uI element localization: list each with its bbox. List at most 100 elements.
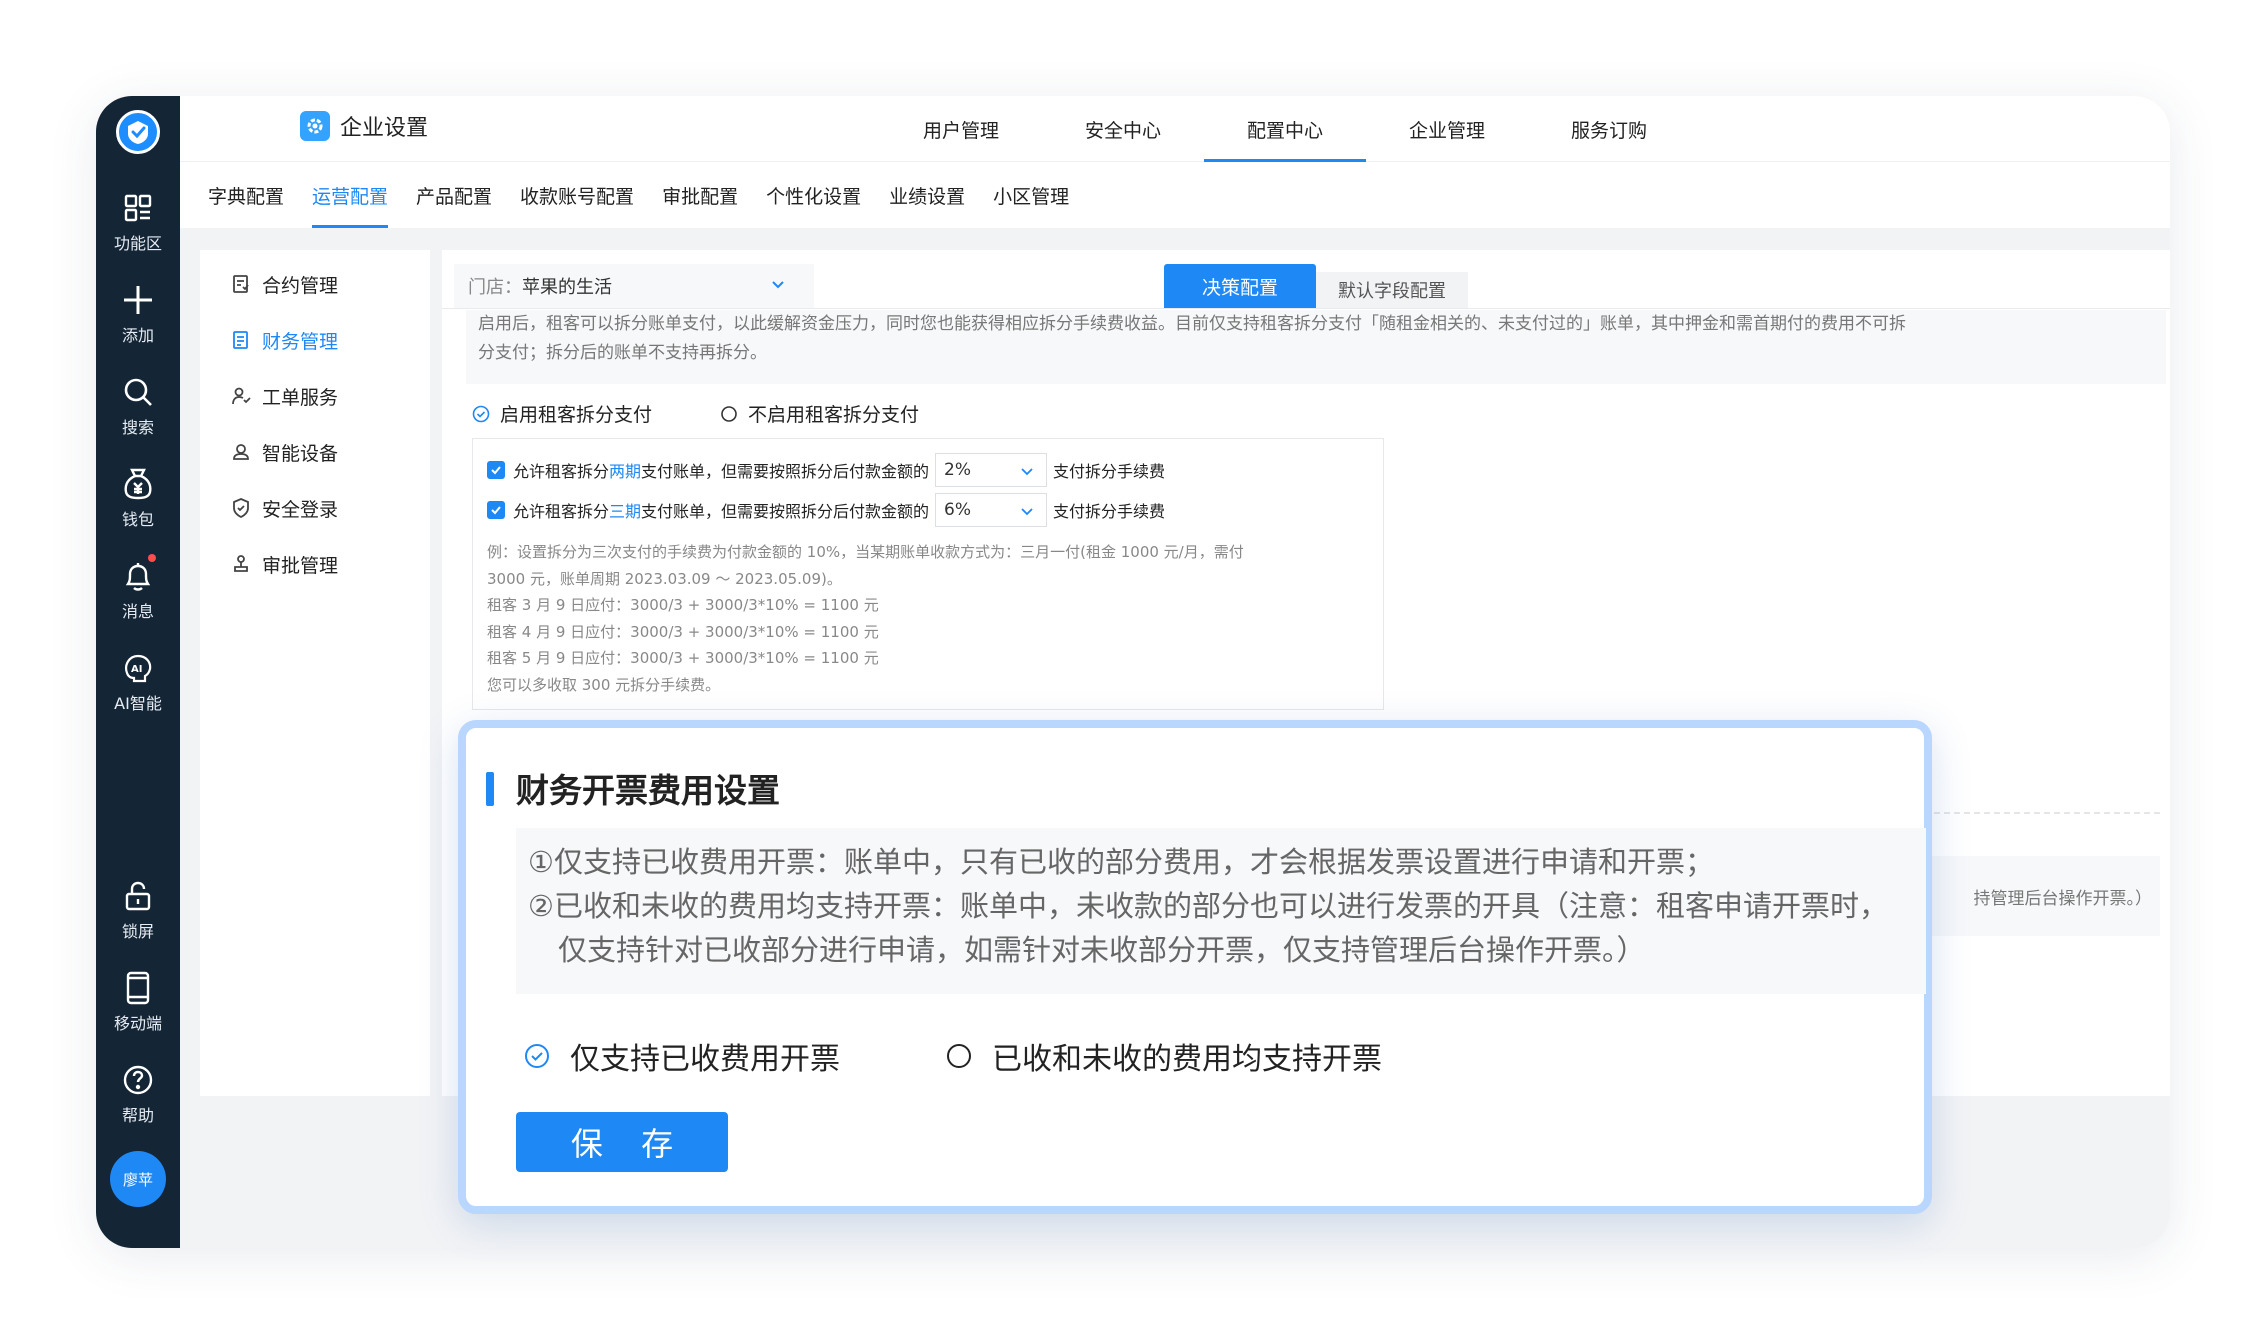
radio-label: 已收和未收的费用均支持开票 xyxy=(992,1042,1382,1077)
split-two-period-row: 允许租客拆分 两期 支付账单，但需要按照拆分后付款金额的 2% 支付拆分手续费 xyxy=(487,453,1165,487)
notification-dot xyxy=(148,554,156,562)
rail-item-wallet[interactable]: 钱包 xyxy=(96,466,180,536)
user-avatar[interactable]: 廖苹 xyxy=(110,1151,166,1207)
desc-line: ②已收和未收的费用均支持开票：账单中，未收款的部分也可以进行发票的开具（注意：租… xyxy=(528,889,1889,923)
tab-config-center[interactable]: 配置中心 xyxy=(1204,96,1366,162)
row-highlight: 两期 xyxy=(609,462,642,481)
checkbox-checked-icon[interactable] xyxy=(487,501,505,519)
chevron-down-icon xyxy=(1020,503,1034,523)
fee-rate-select[interactable]: 6% xyxy=(935,493,1048,527)
example-line: 租客 4 月 9 日应付：3000/3 + 3000/3*10% = 1100 … xyxy=(487,622,879,641)
default-field-config-tab[interactable]: 默认字段配置 xyxy=(1316,272,1468,308)
menu-item-secure-login[interactable]: 安全登录 xyxy=(200,480,430,536)
tab-service-subscription[interactable]: 服务订购 xyxy=(1528,96,1690,162)
row-suffix: 支付拆分手续费 xyxy=(1053,462,1166,481)
save-button[interactable]: 保 存 xyxy=(516,1112,728,1172)
radio-received-and-unreceived[interactable]: 已收和未收的费用均支持开票 xyxy=(946,1034,1382,1078)
menu-item-approval[interactable]: 审批管理 xyxy=(200,536,430,592)
fee-rate-value: 6% xyxy=(944,500,972,520)
rail-item-add[interactable]: 添加 xyxy=(96,282,180,352)
split-options-box: 允许租客拆分 两期 支付账单，但需要按照拆分后付款金额的 2% 支付拆分手续费 允许… xyxy=(472,438,1384,710)
contract-icon xyxy=(230,273,252,295)
rail-label: 帮助 xyxy=(121,1106,154,1125)
rail-item-ai[interactable]: AI AI智能 xyxy=(96,650,180,720)
radio-disable-split[interactable]: 不启用租客拆分支付 xyxy=(720,400,919,427)
subtab-dictionary[interactable]: 字典配置 xyxy=(194,162,298,228)
page-title: 企业设置 xyxy=(340,116,429,141)
radio-received-only[interactable]: 仅支持已收费用开票 xyxy=(524,1034,840,1078)
desc-line: 分支付；拆分后的账单不支持再拆分。 xyxy=(478,343,767,363)
rail-item-help[interactable]: 帮助 xyxy=(96,1062,180,1132)
rail-label: 钱包 xyxy=(121,510,154,529)
menu-label: 审批管理 xyxy=(262,554,339,577)
desc-line: 启用后，租客可以拆分账单支付，以此缓解资金压力，同时您也能获得相应拆分手续费收益… xyxy=(478,314,1906,334)
store-prefix: 门店： xyxy=(468,277,522,298)
menu-item-contract[interactable]: 合约管理 xyxy=(200,256,430,312)
top-header: 企业设置 用户管理 安全中心 配置中心 企业管理 服务订购 xyxy=(180,96,2170,162)
divider xyxy=(442,308,2170,309)
example-line: 您可以多收取 300 元拆分手续费。 xyxy=(487,675,721,694)
tab-enterprise-management[interactable]: 企业管理 xyxy=(1366,96,1528,162)
tab-security-center[interactable]: 安全中心 xyxy=(1042,96,1204,162)
subtab-community[interactable]: 小区管理 xyxy=(979,162,1083,228)
rail-item-messages[interactable]: 消息 xyxy=(96,554,180,628)
example-line: 例：设置拆分为三次支付的手续费为付款金额的 10%，当某期账单收款方式为：三月一… xyxy=(487,543,1244,561)
grid-icon xyxy=(120,190,156,226)
svg-text:AI: AI xyxy=(131,664,142,675)
subtab-performance[interactable]: 业绩设置 xyxy=(875,162,979,228)
left-menu: 合约管理 财务管理 工单服务 智能设备 安全登录 审批管理 xyxy=(200,250,430,1096)
rail-label: 锁屏 xyxy=(121,922,154,941)
radio-label: 不启用租客拆分支付 xyxy=(748,404,920,426)
checkbox-checked-icon[interactable] xyxy=(487,461,505,479)
search-icon xyxy=(120,374,156,410)
radio-checked-icon xyxy=(472,405,490,423)
subtab-approval[interactable]: 审批配置 xyxy=(648,162,752,228)
subtab-operations[interactable]: 运营配置 xyxy=(298,162,402,228)
example-line: 3000 元，账单周期 2023.03.09 ～ 2023.05.09)。 xyxy=(487,569,842,588)
example-line: 租客 3 月 9 日应付：3000/3 + 3000/3*10% = 1100 … xyxy=(487,596,879,614)
menu-label: 工单服务 xyxy=(262,386,339,409)
menu-item-finance[interactable]: 财务管理 xyxy=(200,312,430,368)
settings-icon xyxy=(300,111,330,141)
sub-nav: 字典配置 运营配置 产品配置 收款账号配置 审批配置 个性化设置 业绩设置 小区… xyxy=(180,162,2170,228)
card-title: 财务开票费用设置 xyxy=(516,771,780,810)
rail-label: 移动端 xyxy=(113,1014,162,1033)
menu-item-device[interactable]: 智能设备 xyxy=(200,424,430,480)
decision-config-tab[interactable]: 决策配置 xyxy=(1164,264,1316,308)
help-icon xyxy=(120,1062,156,1098)
menu-label: 安全登录 xyxy=(262,498,339,521)
radio-label: 仅支持已收费用开票 xyxy=(570,1042,840,1077)
radio-unchecked-icon xyxy=(946,1043,972,1069)
store-select[interactable]: 门店： 苹果的生活 xyxy=(454,264,814,308)
rail-item-search[interactable]: 搜索 xyxy=(96,374,180,444)
subtab-product[interactable]: 产品配置 xyxy=(402,162,506,228)
rail-label: 消息 xyxy=(121,602,154,621)
fee-example: 例：设置拆分为三次支付的手续费为付款金额的 10%，当某期账单收款方式为：三月一… xyxy=(487,539,1367,698)
subtab-personalization[interactable]: 个性化设置 xyxy=(752,162,875,228)
app-logo-icon[interactable] xyxy=(116,110,160,154)
menu-label: 智能设备 xyxy=(262,442,339,465)
rail-label: 搜索 xyxy=(121,418,154,437)
split-three-period-row: 允许租客拆分 三期 支付账单，但需要按照拆分后付款金额的 6% 支付拆分手续费 xyxy=(487,493,1165,527)
menu-label: 财务管理 xyxy=(262,330,339,353)
chevron-down-icon xyxy=(770,276,786,297)
row-pre: 允许租客拆分 xyxy=(513,502,610,521)
fee-rate-select[interactable]: 2% xyxy=(935,453,1048,487)
plus-icon xyxy=(120,282,156,318)
menu-item-service[interactable]: 工单服务 xyxy=(200,368,430,424)
fee-rate-value: 2% xyxy=(944,460,972,480)
top-nav: 用户管理 安全中心 配置中心 企业管理 服务订购 xyxy=(880,96,1690,162)
rail-label: AI智能 xyxy=(114,694,162,713)
row-post: 支付账单，但需要按照拆分后付款金额的 xyxy=(641,462,930,481)
rail-item-lock[interactable]: 锁屏 xyxy=(96,878,180,948)
radio-enable-split[interactable]: 启用租客拆分支付 xyxy=(472,400,652,427)
lock-icon xyxy=(120,878,156,914)
rail-item-functions[interactable]: 功能区 xyxy=(96,190,180,260)
tab-user-management[interactable]: 用户管理 xyxy=(880,96,1042,162)
wallet-icon xyxy=(120,466,156,502)
desc-line: 仅支持针对已收部分进行申请，如需针对未收部分开票，仅支持管理后台操作开票。） xyxy=(558,933,1646,967)
subtab-payment-account[interactable]: 收款账号配置 xyxy=(506,162,648,228)
rail-item-mobile[interactable]: 移动端 xyxy=(96,970,180,1040)
rail-label: 功能区 xyxy=(113,234,162,253)
radio-checked-icon xyxy=(524,1043,550,1069)
